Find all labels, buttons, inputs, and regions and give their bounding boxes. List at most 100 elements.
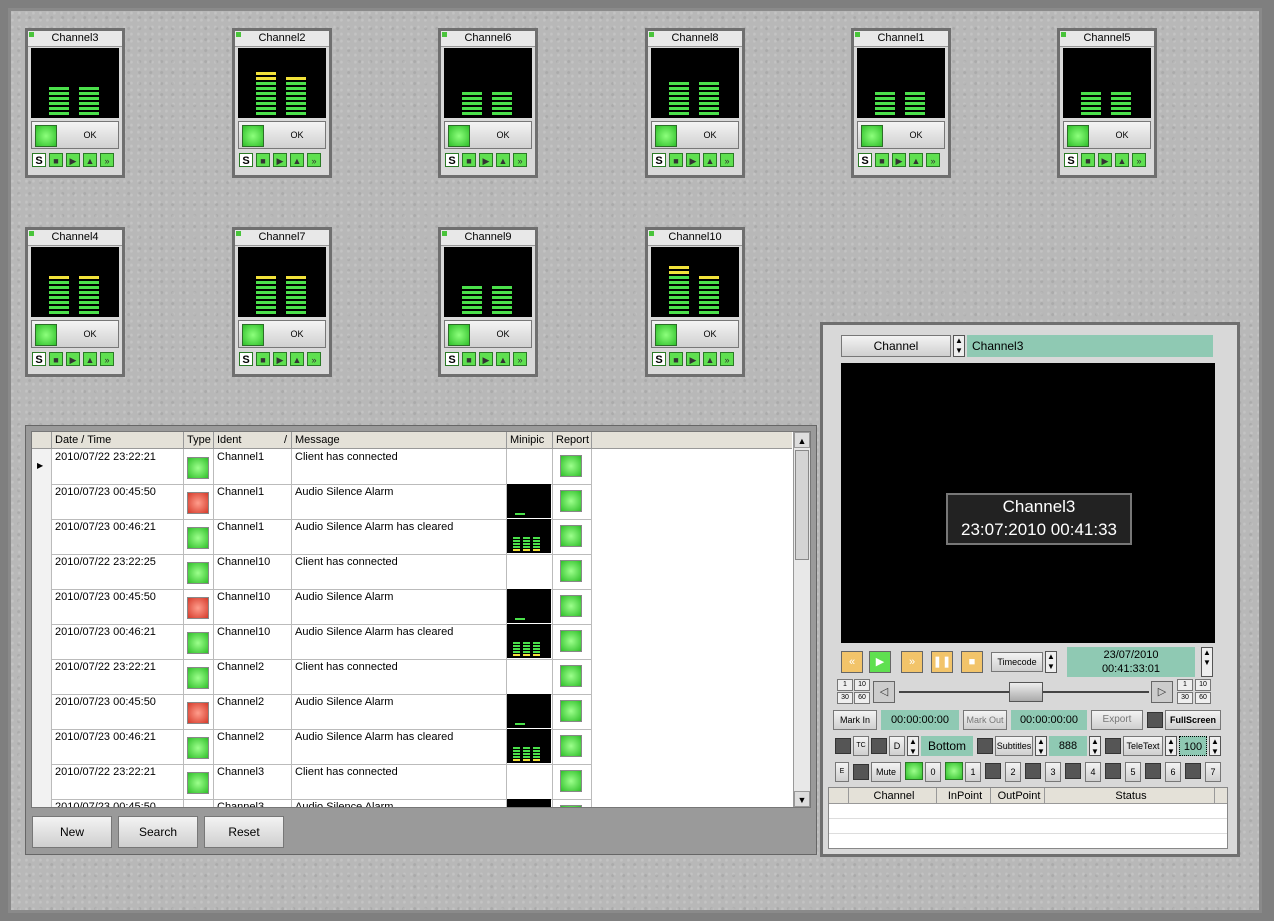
track-4-button[interactable]: 4 bbox=[1085, 762, 1101, 782]
channel-tile[interactable]: Channel1 OK S ■ ▶ ▲» bbox=[851, 28, 951, 178]
tile-eject-icon[interactable]: ▲ bbox=[703, 352, 717, 366]
status-button[interactable]: OK bbox=[238, 320, 326, 348]
track-6-indicator[interactable] bbox=[1145, 763, 1161, 779]
alarm-type-icon[interactable] bbox=[187, 597, 209, 619]
track-0-indicator[interactable] bbox=[905, 762, 923, 780]
tile-solo-icon[interactable]: S bbox=[239, 352, 253, 366]
channel-tile[interactable]: Channel4 OK S ■ ▶ ▲» bbox=[25, 227, 125, 377]
channel-value-field[interactable]: Channel3 bbox=[967, 335, 1213, 357]
rewind-icon[interactable]: « bbox=[841, 651, 863, 673]
mark-out-field[interactable]: 00:00:00:00 bbox=[1011, 710, 1087, 730]
info-type-icon[interactable] bbox=[187, 527, 209, 549]
column-header-ident[interactable]: Ident / bbox=[214, 432, 292, 448]
teletext-value-field[interactable]: 100 bbox=[1179, 736, 1207, 756]
info-type-icon[interactable] bbox=[187, 457, 209, 479]
row-selector[interactable] bbox=[32, 694, 52, 729]
export-header-inpoint[interactable]: InPoint bbox=[937, 788, 991, 804]
channel-tile[interactable]: Channel7 OK S ■ ▶ ▲» bbox=[232, 227, 332, 377]
report-icon[interactable] bbox=[560, 770, 582, 792]
stop-icon[interactable]: ■ bbox=[961, 651, 983, 673]
channel-tile[interactable]: Channel6 OK S ■ ▶ ▲» bbox=[438, 28, 538, 178]
scroll-down-arrow-icon[interactable]: ▼ bbox=[794, 791, 810, 807]
fullscreen-button[interactable]: FullScreen bbox=[1165, 710, 1221, 730]
speed-right-1[interactable]: 1 bbox=[1177, 679, 1193, 691]
tile-eject-icon[interactable]: ▲ bbox=[703, 153, 717, 167]
channel-tile[interactable]: Channel5 OK S ■ ▶ ▲» bbox=[1057, 28, 1157, 178]
info-type-icon[interactable] bbox=[187, 772, 209, 794]
fast-forward-icon[interactable]: » bbox=[901, 651, 923, 673]
track-3-indicator[interactable] bbox=[1025, 763, 1041, 779]
play-icon[interactable]: ▶ bbox=[869, 651, 891, 673]
speed-right-10[interactable]: 10 bbox=[1195, 679, 1211, 691]
subtitles-button[interactable]: Subtitles bbox=[995, 736, 1033, 756]
mark-in-button[interactable]: Mark In bbox=[833, 710, 877, 730]
tile-play-icon[interactable]: ▶ bbox=[66, 352, 80, 366]
channel-tile[interactable]: Channel9 OK S ■ ▶ ▲» bbox=[438, 227, 538, 377]
jog-slider-thumb[interactable] bbox=[1009, 682, 1043, 702]
status-button[interactable]: OK bbox=[857, 121, 945, 149]
table-row[interactable]: 2010/07/22 23:22:25 Channel10 Client has c… bbox=[32, 554, 592, 590]
d-checkbox[interactable] bbox=[871, 738, 887, 754]
alarm-type-icon[interactable] bbox=[187, 492, 209, 514]
speed-right-60[interactable]: 60 bbox=[1195, 692, 1211, 704]
tile-stop-icon[interactable]: ■ bbox=[256, 352, 270, 366]
track-7-button[interactable]: 7 bbox=[1205, 762, 1221, 782]
tile-eject-icon[interactable]: ▲ bbox=[83, 352, 97, 366]
info-type-icon[interactable] bbox=[187, 632, 209, 654]
report-icon[interactable] bbox=[560, 490, 582, 512]
track-7-indicator[interactable] bbox=[1185, 763, 1201, 779]
speed-left-1[interactable]: 1 bbox=[837, 679, 853, 691]
timecode-value-spinner[interactable]: ▲ ▼ bbox=[1201, 647, 1213, 677]
row-selector[interactable] bbox=[32, 624, 52, 659]
tile-stop-icon[interactable]: ■ bbox=[462, 153, 476, 167]
alarm-type-icon[interactable] bbox=[187, 702, 209, 724]
track-5-button[interactable]: 5 bbox=[1125, 762, 1141, 782]
pause-icon[interactable]: ❚❚ bbox=[931, 651, 953, 673]
table-row[interactable]: 2010/07/22 23:22:21 Channel2 Client has co… bbox=[32, 659, 592, 695]
row-selector[interactable] bbox=[32, 729, 52, 764]
tile-play-icon[interactable]: ▶ bbox=[273, 153, 287, 167]
tc-checkbox[interactable] bbox=[835, 738, 851, 754]
table-row[interactable]: 2010/07/23 00:45:50 Channel10 Audio Silenc… bbox=[32, 589, 592, 625]
tile-solo-icon[interactable]: S bbox=[652, 352, 666, 366]
teletext-value-spinner[interactable]: ▲ ▼ bbox=[1209, 736, 1221, 756]
search-button[interactable]: Search bbox=[118, 816, 198, 848]
row-selector[interactable] bbox=[32, 519, 52, 554]
report-icon[interactable] bbox=[560, 525, 582, 547]
tile-eject-icon[interactable]: ▲ bbox=[83, 153, 97, 167]
row-selector[interactable] bbox=[32, 659, 52, 694]
column-header-message[interactable]: Message bbox=[292, 432, 507, 448]
tile-eject-icon[interactable]: ▲ bbox=[1115, 153, 1129, 167]
export-header-status[interactable]: Status bbox=[1045, 788, 1215, 804]
column-header-report[interactable]: Report bbox=[553, 432, 592, 448]
tile-stop-icon[interactable]: ■ bbox=[1081, 153, 1095, 167]
tile-solo-icon[interactable]: S bbox=[445, 153, 459, 167]
tile-stop-icon[interactable]: ■ bbox=[49, 153, 63, 167]
scrollbar-thumb[interactable] bbox=[795, 450, 809, 560]
jog-left-arrow-icon[interactable]: ◁ bbox=[873, 681, 895, 703]
d-toggle[interactable]: D bbox=[889, 736, 905, 756]
report-icon[interactable] bbox=[560, 700, 582, 722]
report-icon[interactable] bbox=[560, 595, 582, 617]
export-header-channel[interactable]: Channel bbox=[849, 788, 937, 804]
status-button[interactable]: OK bbox=[444, 121, 532, 149]
row-selector[interactable] bbox=[32, 484, 52, 519]
tile-play-icon[interactable]: ▶ bbox=[273, 352, 287, 366]
tile-eject-icon[interactable]: ▲ bbox=[290, 352, 304, 366]
mute-checkbox[interactable] bbox=[853, 764, 869, 780]
status-button[interactable]: OK bbox=[651, 320, 739, 348]
tile-ff-icon[interactable]: » bbox=[307, 352, 321, 366]
track-6-button[interactable]: 6 bbox=[1165, 762, 1181, 782]
tile-ff-icon[interactable]: » bbox=[720, 352, 734, 366]
tile-solo-icon[interactable]: S bbox=[1064, 153, 1078, 167]
channel-tile[interactable]: Channel10 OK S ■ ▶ ▲» bbox=[645, 227, 745, 377]
table-row[interactable]: 2010/07/23 00:46:21 Channel1 Audio Silence… bbox=[32, 519, 592, 555]
report-icon[interactable] bbox=[560, 630, 582, 652]
track-1-button[interactable]: 1 bbox=[965, 762, 981, 782]
tile-stop-icon[interactable]: ■ bbox=[462, 352, 476, 366]
channel-spinner[interactable]: ▲ ▼ bbox=[953, 335, 965, 357]
track-1-indicator[interactable] bbox=[945, 762, 963, 780]
track-4-indicator[interactable] bbox=[1065, 763, 1081, 779]
mark-out-button[interactable]: Mark Out bbox=[963, 710, 1007, 730]
speed-left-10[interactable]: 10 bbox=[854, 679, 870, 691]
